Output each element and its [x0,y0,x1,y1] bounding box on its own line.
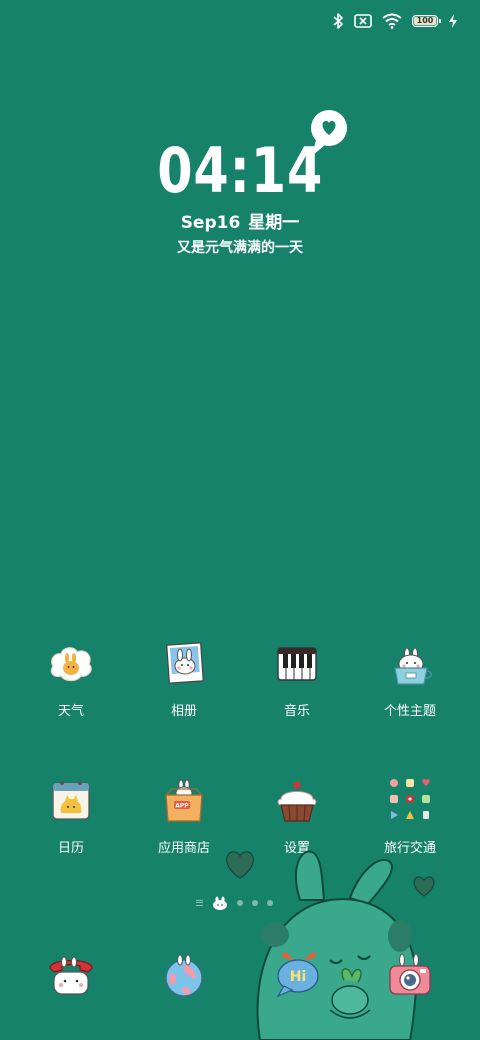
heart-bubble-icon [311,110,347,156]
dock-messages[interactable]: Hi [270,948,326,1004]
gallery-icon [160,640,208,688]
dock-phone[interactable] [44,948,100,1004]
clock-weekday: 星期一 [248,213,300,233]
messages-hi-text: Hi [290,969,307,985]
no-sim-icon [354,14,372,28]
weather-icon [47,640,95,688]
page-indicator-menu [196,900,203,906]
app-store-icon: APP [160,777,208,825]
app-themes[interactable]: 个性主题 [354,640,466,719]
settings-icon [273,777,321,825]
dock-browser[interactable] [156,948,212,1004]
app-label: 个性主题 [383,704,436,719]
messages-icon: Hi [276,952,319,998]
clock-date: Sep16 [180,213,241,233]
app-label: 相册 [170,704,197,719]
music-icon [273,640,321,688]
app-label: 天气 [57,704,84,719]
app-label: 日历 [57,841,84,856]
camera-icon [389,953,431,995]
browser-icon [165,954,203,997]
bluetooth-icon [333,13,343,29]
svg-text:APP: APP [175,803,189,810]
wifi-icon [382,13,402,29]
status-bar: 100 [332,10,458,32]
clock-date-row: Sep16 星期一 [0,208,480,233]
phone-icon [49,956,93,995]
calendar-icon [47,777,95,825]
app-weather[interactable]: 天气 [15,640,127,719]
app-music[interactable]: 音乐 [241,640,353,719]
travel-folder-icon [386,777,434,825]
app-label: 音乐 [283,704,310,719]
dock-camera[interactable] [382,948,438,1004]
battery-level: 100 [414,17,436,25]
clock-slogan: 又是元气满满的一天 [177,240,303,256]
app-store[interactable]: APP 应用商店 [128,777,240,856]
charging-icon [449,14,457,28]
clock-time: 04:14 [157,134,323,207]
battery-icon: 100 [412,15,441,27]
app-calendar[interactable]: 日历 [15,777,127,856]
app-gallery[interactable]: 相册 [128,640,240,719]
themes-icon [386,640,434,688]
clock-widget[interactable]: 04:14 Sep16 星期一 又是元气满满的一天 [0,136,480,257]
bunny-wallpaper-illustration [256,850,418,1040]
bunny-face-icon [213,896,227,910]
